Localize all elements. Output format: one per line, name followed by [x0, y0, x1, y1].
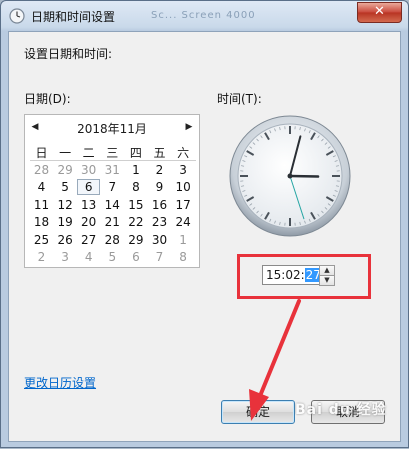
calendar-day[interactable]: 22: [124, 214, 147, 230]
calendar-day[interactable]: 30: [148, 232, 171, 248]
calendar-day[interactable]: 6: [124, 249, 147, 265]
weekday-header-cell: 二: [77, 144, 100, 161]
calendar-day[interactable]: 31: [101, 162, 124, 178]
calendar-day[interactable]: 2: [148, 162, 171, 178]
calendar-day[interactable]: 8: [124, 179, 147, 195]
calendar-day[interactable]: 13: [77, 197, 100, 213]
set-date-time-heading: 设置日期和时间:: [24, 45, 112, 62]
calendar-day[interactable]: 30: [77, 162, 100, 178]
calendar-day[interactable]: 1: [124, 162, 147, 178]
calendar-day[interactable]: 28: [101, 232, 124, 248]
calendar-day[interactable]: 9: [148, 179, 171, 195]
calendar-day[interactable]: 15: [124, 197, 147, 213]
calendar-day[interactable]: 20: [77, 214, 100, 230]
calendar-day[interactable]: 17: [172, 197, 195, 213]
calendar[interactable]: ◀ 2018年11月 ▶ 日一二三四五六 2829303112345678910…: [24, 114, 200, 268]
calendar-day[interactable]: 4: [77, 249, 100, 265]
ok-button[interactable]: 确定: [221, 400, 295, 424]
weekday-header-cell: 三: [101, 144, 124, 161]
clock-app-icon: [9, 8, 25, 24]
calendar-day[interactable]: 3: [54, 249, 77, 265]
weekday-header-cell: 日: [30, 144, 53, 161]
calendar-day[interactable]: 16: [148, 197, 171, 213]
date-label: 日期(D):: [24, 90, 71, 107]
weekday-header-cell: 六: [172, 144, 195, 161]
calendar-day[interactable]: 29: [54, 162, 77, 178]
calendar-day[interactable]: 23: [148, 214, 171, 230]
calendar-day[interactable]: 25: [30, 232, 53, 248]
calendar-month-title[interactable]: 2018年11月: [25, 120, 199, 137]
calendar-day[interactable]: 12: [54, 197, 77, 213]
calendar-day[interactable]: 29: [124, 232, 147, 248]
calendar-day[interactable]: 3: [172, 162, 195, 178]
calendar-day-selected[interactable]: 6: [77, 179, 100, 195]
calendar-day[interactable]: 2: [30, 249, 53, 265]
calendar-day[interactable]: 7: [148, 249, 171, 265]
calendar-day[interactable]: 7: [101, 179, 124, 195]
weekday-header: 日一二三四五六: [30, 144, 196, 161]
calendar-day[interactable]: 14: [101, 197, 124, 213]
date-time-settings-window: 日期和时间设置 Sc... Screen 4000 ✕ 设置日期和时间: 日期(…: [0, 0, 409, 448]
calendar-day[interactable]: 1: [172, 232, 195, 248]
weekday-header-cell: 一: [54, 144, 77, 161]
calendar-day[interactable]: 10: [172, 179, 195, 195]
change-calendar-settings-link[interactable]: 更改日历设置: [24, 374, 96, 391]
analog-clock: [227, 113, 353, 239]
calendar-day[interactable]: 24: [172, 214, 195, 230]
calendar-day[interactable]: 4: [30, 179, 53, 195]
calendar-day[interactable]: 21: [101, 214, 124, 230]
calendar-day[interactable]: 27: [77, 232, 100, 248]
calendar-day[interactable]: 5: [101, 249, 124, 265]
weekday-header-cell: 五: [148, 144, 171, 161]
dialog-body: 设置日期和时间: 日期(D): 时间(T): ◀ 2018年11月 ▶ 日一二三…: [8, 31, 401, 442]
annotation-highlight-box: [237, 254, 371, 299]
window-title: 日期和时间设置: [31, 8, 115, 25]
weekday-header-cell: 四: [124, 144, 147, 161]
calendar-day[interactable]: 28: [30, 162, 53, 178]
calendar-day[interactable]: 8: [172, 249, 195, 265]
calendar-day[interactable]: 19: [54, 214, 77, 230]
calendar-day[interactable]: 18: [30, 214, 53, 230]
background-title-ghost: Sc... Screen 4000: [151, 10, 256, 21]
next-month-icon[interactable]: ▶: [184, 121, 194, 133]
calendar-day[interactable]: 26: [54, 232, 77, 248]
calendar-day[interactable]: 5: [54, 179, 77, 195]
title-bar[interactable]: 日期和时间设置 Sc... Screen 4000 ✕: [1, 1, 408, 31]
baidu-watermark: Bai du 经验: [295, 399, 387, 419]
calendar-header: ◀ 2018年11月 ▶: [25, 115, 199, 139]
time-label: 时间(T):: [217, 90, 262, 107]
close-button[interactable]: ✕: [357, 2, 402, 23]
calendar-day[interactable]: 11: [30, 197, 53, 213]
